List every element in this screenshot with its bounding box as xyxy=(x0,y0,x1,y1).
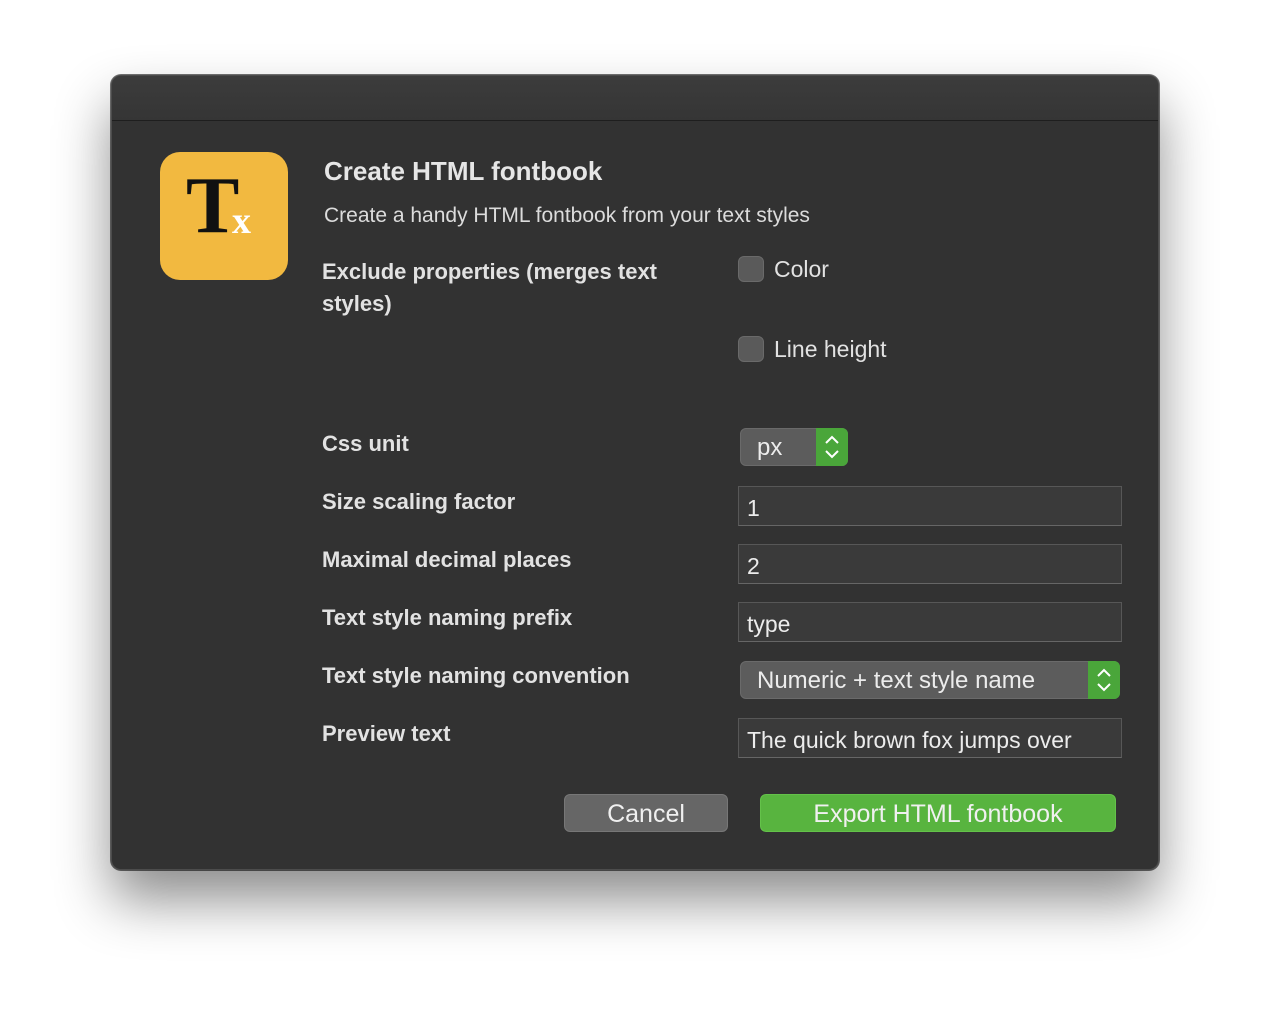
dialog-subtitle: Create a handy HTML fontbook from your t… xyxy=(324,204,810,227)
css-unit-value: px xyxy=(757,434,783,461)
exclude-properties-label: Exclude properties (merges text styles) xyxy=(322,259,658,316)
decimal-places-input[interactable]: 2 xyxy=(738,544,1122,584)
cancel-button[interactable]: Cancel xyxy=(564,794,728,832)
naming-convention-label: Text style naming convention xyxy=(322,663,630,688)
css-unit-stepper[interactable] xyxy=(816,428,848,466)
app-icon-glyph-sub: x xyxy=(232,200,251,242)
decimal-places-label: Maximal decimal places xyxy=(322,547,572,572)
size-scaling-input[interactable]: 1 xyxy=(738,486,1122,526)
preview-text-value: The quick brown fox jumps over xyxy=(747,727,1072,753)
dialog-window: T x Create HTML fontbook Create a handy … xyxy=(111,75,1159,870)
decimal-places-value: 2 xyxy=(747,553,760,579)
color-checkbox[interactable] xyxy=(738,256,764,282)
dialog-title: Create HTML fontbook xyxy=(324,156,603,186)
chevron-up-down-icon xyxy=(825,435,839,459)
preview-text-label: Preview text xyxy=(322,721,451,746)
naming-convention-select[interactable]: Numeric + text style name xyxy=(740,661,1120,699)
naming-prefix-value: type xyxy=(747,611,791,637)
chevron-up-down-icon xyxy=(1097,668,1111,692)
css-unit-label: Css unit xyxy=(322,431,409,456)
size-scaling-value: 1 xyxy=(747,495,760,521)
naming-convention-value: Numeric + text style name xyxy=(757,667,1036,694)
line-height-checkbox-label[interactable]: Line height xyxy=(774,336,887,363)
naming-prefix-input[interactable]: type xyxy=(738,602,1122,642)
size-scaling-label: Size scaling factor xyxy=(322,489,516,514)
line-height-checkbox[interactable] xyxy=(738,336,764,362)
title-bar[interactable] xyxy=(112,76,1158,121)
naming-prefix-label: Text style naming prefix xyxy=(322,605,573,630)
preview-text-input[interactable]: The quick brown fox jumps over xyxy=(738,718,1122,758)
line-height-checkbox-row[interactable]: Line height xyxy=(738,334,887,364)
naming-convention-stepper[interactable] xyxy=(1088,661,1120,699)
export-html-fontbook-button[interactable]: Export HTML fontbook xyxy=(760,794,1116,832)
css-unit-select[interactable]: px xyxy=(740,428,848,466)
app-icon: T x xyxy=(160,152,288,280)
color-checkbox-label[interactable]: Color xyxy=(774,256,829,283)
color-checkbox-row[interactable]: Color xyxy=(738,254,829,284)
